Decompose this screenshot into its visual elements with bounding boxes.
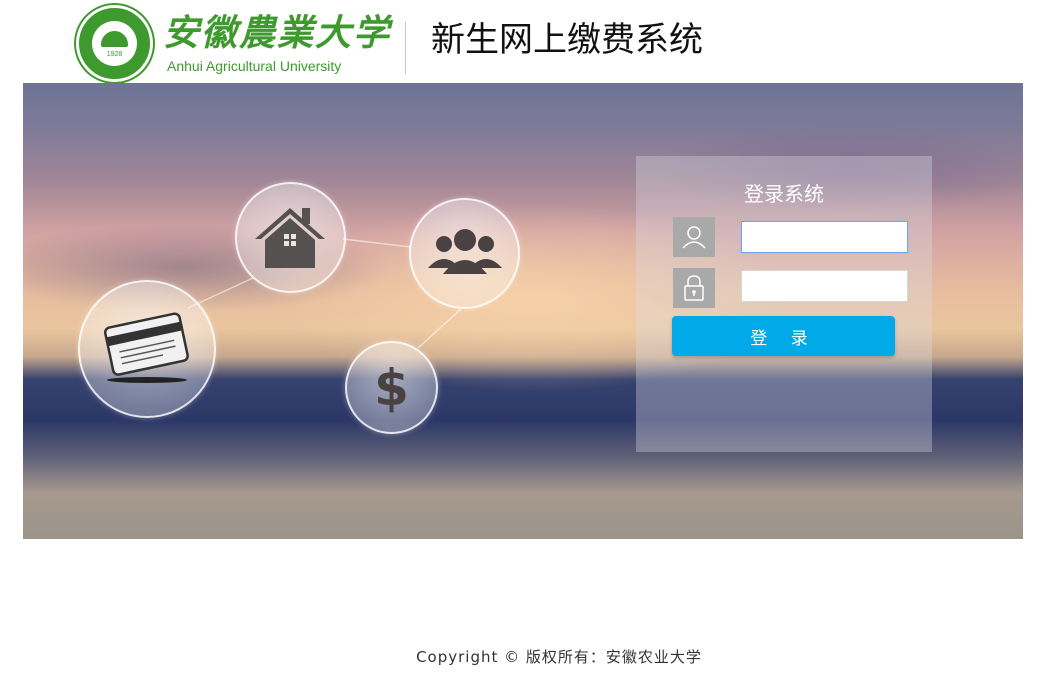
university-name-cn: 安徽農業大学 [163, 12, 392, 54]
footer-copyright: Copyright © 版权所有：安徽农业大学 [416, 648, 702, 666]
svg-text:$: $ [374, 359, 409, 417]
group-circle [409, 198, 520, 309]
bank-card-circle [78, 280, 216, 418]
house-icon [255, 208, 325, 268]
login-title: 登录系统 [744, 182, 824, 206]
university-name-en: Anhui Agricultural University [167, 58, 342, 74]
banner: $ 登录系统 登 录 [23, 83, 1023, 539]
group-icon [428, 229, 502, 274]
password-input[interactable] [741, 270, 908, 302]
logo-year: 1928 [106, 51, 123, 58]
university-logo: 1928 [76, 5, 153, 82]
login-button[interactable]: 登 录 [672, 316, 895, 356]
house-circle [235, 182, 346, 293]
system-title: 新生网上缴费系统 [431, 20, 703, 60]
username-input[interactable] [741, 221, 908, 253]
header: 1928 安徽農業大学 Anhui Agricultural Universit… [0, 0, 1043, 82]
user-icon [673, 217, 715, 257]
dollar-circle: $ [345, 341, 438, 434]
bank-card-icon [103, 312, 189, 383]
login-panel: 登录系统 登 录 [636, 156, 932, 452]
lock-icon [673, 268, 715, 308]
header-divider [405, 22, 406, 74]
dollar-icon: $ [374, 359, 409, 417]
